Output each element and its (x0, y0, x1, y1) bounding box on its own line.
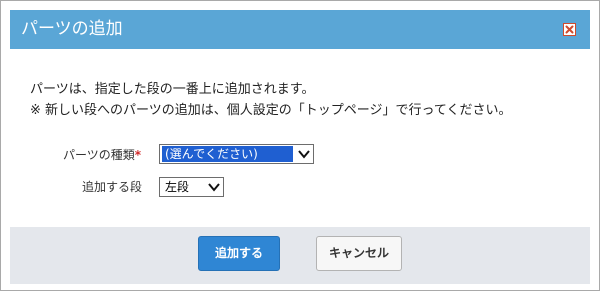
dialog-footer (10, 227, 590, 284)
part-type-label-group: パーツの種類* (63, 147, 141, 163)
column-label-group: 追加する段 (82, 179, 142, 195)
part-type-select[interactable]: (選んでください) (159, 144, 314, 164)
column-select-value: 左段 (165, 180, 190, 194)
chevron-down-icon (208, 183, 220, 192)
add-button[interactable]: 追加する (198, 236, 280, 271)
part-type-select-value: (選んでください) (162, 146, 293, 162)
dialog-description: パーツは、指定した段の一番上に追加されます。 ※ 新しい段へのパーツの追加は、個… (30, 79, 511, 121)
cancel-button[interactable]: キャンセル (316, 236, 402, 271)
close-icon (565, 25, 574, 34)
description-line-2: ※ 新しい段へのパーツの追加は、個人設定の「トップページ」で行ってください。 (30, 103, 512, 118)
dialog-titlebar: パーツの追加 (10, 10, 590, 49)
part-type-label: パーツの種類 (63, 148, 135, 162)
add-part-dialog: パーツの追加 パーツは、指定した段の一番上に追加されます。 ※ 新しい段へのパー… (0, 0, 600, 291)
column-select[interactable]: 左段 (159, 177, 224, 197)
description-line-1: パーツは、指定した段の一番上に追加されます。 (30, 82, 315, 97)
close-button[interactable] (563, 23, 576, 36)
column-label: 追加する段 (82, 180, 143, 194)
dialog-title: パーツの追加 (21, 19, 123, 39)
required-mark: * (134, 148, 142, 162)
chevron-down-icon (298, 150, 310, 159)
